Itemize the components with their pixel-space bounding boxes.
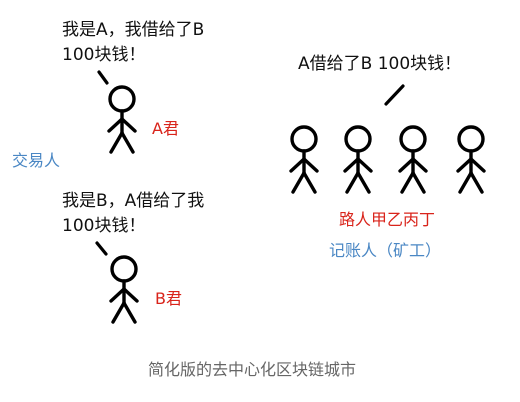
speech-mark-recorders-icon [384,84,405,106]
recorders-names: 路人甲乙丙丁 [339,210,436,229]
recorders-role-label: 记账人（矿工） [329,241,442,260]
recorder-2-stick-figure-icon [343,125,373,194]
diagram-caption: 简化版的去中心化区块链城市 [148,360,357,379]
recorder-1-stick-figure-icon [289,125,319,194]
recorder-3-stick-figure-icon [398,125,428,194]
recorder-4-stick-figure-icon [456,125,486,194]
diagram-canvas: 我是A，我借给了B 100块钱！ A君 交易人 我是B，A借给了我 100块钱！… [0,0,520,402]
